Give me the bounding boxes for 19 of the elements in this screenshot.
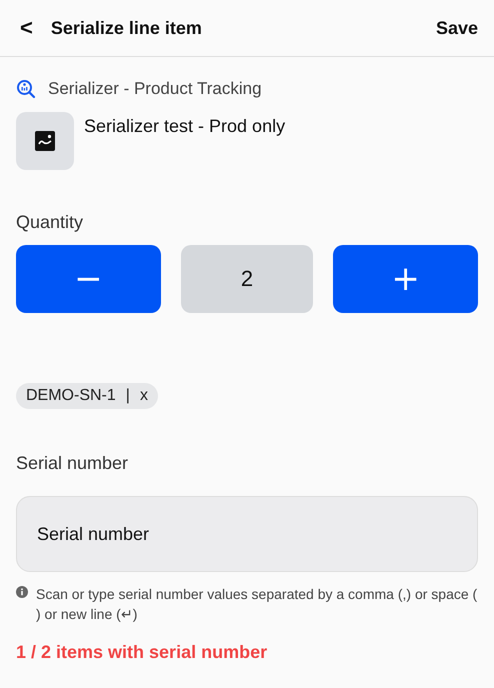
info-icon <box>16 586 28 598</box>
quantity-label: Quantity <box>16 212 84 233</box>
image-icon <box>35 131 55 151</box>
serial-number-field[interactable]: Serial number <box>16 496 478 572</box>
page-title: Serialize line item <box>50 18 203 38</box>
chip-separator: | <box>126 387 130 405</box>
product-name: Serializer test - Prod only <box>84 116 286 137</box>
increase-button[interactable]: + <box>333 245 478 313</box>
serial-status: 1 / 2 items with serial number <box>16 642 268 663</box>
save-button[interactable]: Save <box>436 18 478 38</box>
app-name: Serializer - Product Tracking <box>48 79 262 99</box>
decrease-button[interactable]: − <box>16 245 161 313</box>
serial-label: Serial number <box>16 453 130 474</box>
hint-text: Scan or type serial number values separated by a comma (,) or space ( ) or new line (↵) <box>36 585 478 624</box>
back-button[interactable]: < <box>16 15 37 41</box>
chip-label: DEMO-SN-1 <box>26 387 116 405</box>
quantity-value: 2 <box>180 245 314 313</box>
magnifier-chart-icon <box>16 79 36 99</box>
remove-button[interactable]: x <box>140 387 148 405</box>
